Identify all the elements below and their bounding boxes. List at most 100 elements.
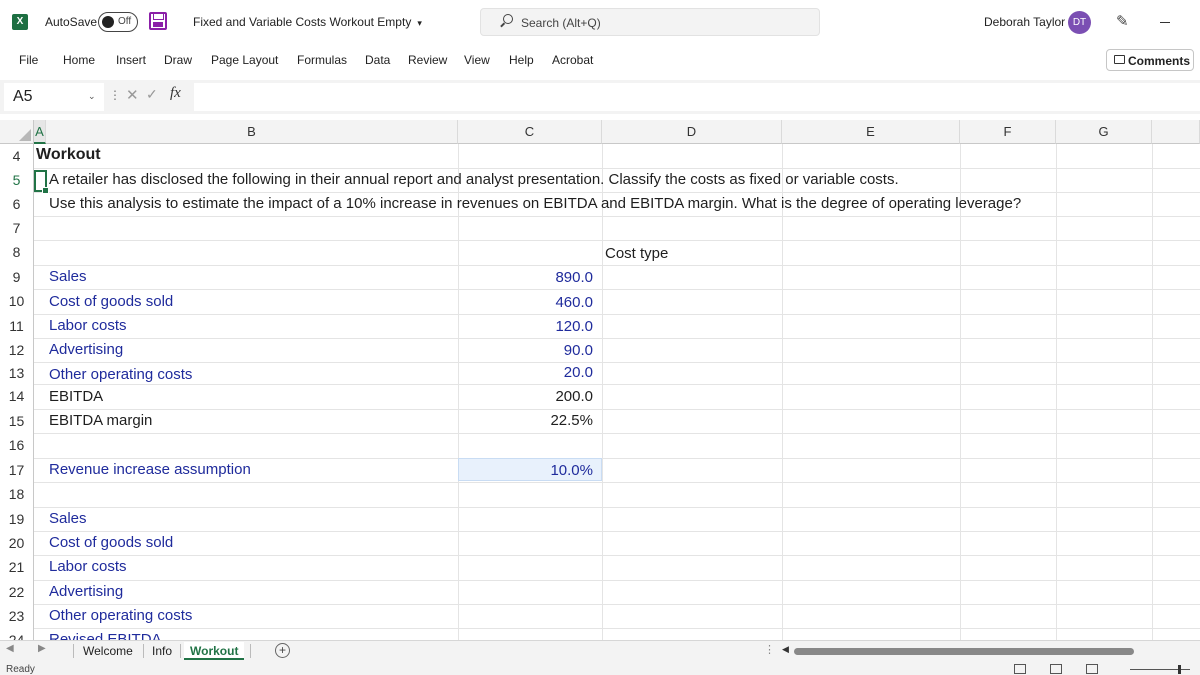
page-break-view-icon[interactable]: [1086, 664, 1098, 674]
cell-c14[interactable]: 200.0: [458, 388, 593, 405]
more-icon[interactable]: ⋮: [764, 643, 775, 656]
more-icon[interactable]: ⋮: [109, 88, 121, 102]
row-header-22[interactable]: 22: [0, 580, 34, 604]
cell-a4[interactable]: Workout: [36, 146, 101, 164]
row-header-19[interactable]: 19: [0, 507, 34, 531]
comments-button[interactable]: Comments: [1106, 49, 1194, 71]
cell-a5[interactable]: A retailer has disclosed the following i…: [49, 171, 899, 188]
formula-input[interactable]: [194, 83, 1200, 111]
cell-b22[interactable]: Advertising: [49, 583, 123, 600]
sheet-tab-workout[interactable]: Workout: [184, 642, 245, 660]
row-header-12[interactable]: 12: [0, 338, 34, 362]
cell-b11[interactable]: Labor costs: [49, 317, 127, 334]
tab-formulas[interactable]: Formulas: [297, 53, 347, 67]
save-icon[interactable]: [149, 12, 167, 30]
avatar[interactable]: DT: [1068, 11, 1091, 34]
tab-help[interactable]: Help: [509, 53, 534, 67]
column-header-b[interactable]: B: [46, 120, 458, 144]
column-header-h[interactable]: [1152, 120, 1200, 144]
horizontal-scrollbar[interactable]: [794, 648, 1134, 655]
tab-acrobat[interactable]: Acrobat: [552, 53, 593, 67]
cell-b20[interactable]: Cost of goods sold: [49, 534, 173, 551]
cell-b15[interactable]: EBITDA margin: [49, 412, 152, 429]
cell-d8[interactable]: Cost type: [605, 245, 668, 262]
spreadsheet-grid[interactable]: A B C D E F G 4 5 6 7 8 9 10 11 12 13 14…: [0, 120, 1200, 640]
row-header-7[interactable]: 7: [0, 216, 34, 240]
tab-view[interactable]: View: [464, 53, 490, 67]
sheet-tab-info[interactable]: Info: [152, 642, 172, 660]
row-header-23[interactable]: 23: [0, 604, 34, 628]
cell-c10[interactable]: 460.0: [458, 294, 593, 311]
sheet-tab-welcome[interactable]: Welcome: [83, 642, 133, 660]
row-header-16[interactable]: 16: [0, 433, 34, 458]
cell-c15[interactable]: 22.5%: [458, 412, 593, 429]
next-sheet-icon[interactable]: ▶: [38, 643, 46, 654]
normal-view-icon[interactable]: [1014, 664, 1026, 674]
zoom-slider[interactable]: [1130, 669, 1190, 670]
user-name[interactable]: Deborah Taylor: [984, 15, 1065, 29]
cell-c12[interactable]: 90.0: [458, 342, 593, 359]
cell-a6[interactable]: Use this analysis to estimate the impact…: [49, 195, 1021, 212]
column-header-g[interactable]: G: [1056, 120, 1152, 144]
row-header-17[interactable]: 17: [0, 458, 34, 482]
column-header-a[interactable]: A: [34, 120, 46, 144]
tab-data[interactable]: Data: [365, 53, 390, 67]
cell-c17[interactable]: 10.0%: [458, 462, 593, 479]
row-header-20[interactable]: 20: [0, 531, 34, 555]
cell-b14[interactable]: EBITDA: [49, 388, 103, 405]
select-all-corner[interactable]: [0, 120, 34, 144]
column-header-d[interactable]: D: [602, 120, 782, 144]
row-header-10[interactable]: 10: [0, 289, 34, 314]
page-layout-view-icon[interactable]: [1050, 664, 1062, 674]
row-header-15[interactable]: 15: [0, 409, 34, 433]
gridline: [34, 384, 1200, 385]
row-header-4[interactable]: 4: [0, 144, 34, 168]
row-header-21[interactable]: 21: [0, 555, 34, 580]
row-header-11[interactable]: 11: [0, 314, 34, 338]
column-header-e[interactable]: E: [782, 120, 960, 144]
row-header-9[interactable]: 9: [0, 265, 34, 289]
row-header-8[interactable]: 8: [0, 240, 34, 265]
cell-b17[interactable]: Revenue increase assumption: [49, 461, 251, 478]
row-header-6[interactable]: 6: [0, 192, 34, 216]
document-title[interactable]: Fixed and Variable Costs Workout Empty ▾: [193, 15, 422, 29]
row-header-13[interactable]: 13: [0, 362, 34, 384]
cell-c9[interactable]: 890.0: [458, 269, 593, 286]
tab-review[interactable]: Review: [408, 53, 447, 67]
active-cell-selection[interactable]: [34, 170, 49, 194]
cell-b9[interactable]: Sales: [49, 268, 87, 285]
row-header-5[interactable]: 5: [0, 168, 34, 192]
cell-c13[interactable]: 20.0: [458, 364, 593, 381]
column-header-f[interactable]: F: [960, 120, 1056, 144]
cell-b13[interactable]: Other operating costs: [49, 366, 192, 383]
chevron-down-icon[interactable]: ⌄: [88, 91, 96, 102]
tab-insert[interactable]: Insert: [116, 53, 146, 67]
autosave-toggle[interactable]: Off: [98, 12, 138, 32]
search-box[interactable]: Search (Alt+Q): [480, 8, 820, 36]
pen-icon[interactable]: ✎: [1116, 12, 1132, 30]
tab-draw[interactable]: Draw: [164, 53, 192, 67]
cell-b10[interactable]: Cost of goods sold: [49, 293, 173, 310]
cell-b24[interactable]: Revised EBITDA: [49, 631, 162, 640]
previous-sheet-icon[interactable]: ◀: [6, 643, 14, 654]
confirm-icon[interactable]: ✓: [146, 86, 158, 103]
tab-page-layout[interactable]: Page Layout: [211, 53, 278, 67]
tab-home[interactable]: Home: [63, 53, 95, 67]
column-header-c[interactable]: C: [458, 120, 602, 144]
row-header-14[interactable]: 14: [0, 384, 34, 409]
name-box[interactable]: A5 ⌄: [4, 83, 104, 111]
insert-function-icon[interactable]: fx: [170, 85, 181, 102]
cell-b12[interactable]: Advertising: [49, 341, 123, 358]
cell-c11[interactable]: 120.0: [458, 318, 593, 335]
zoom-slider-handle[interactable]: [1178, 665, 1181, 674]
cell-b23[interactable]: Other operating costs: [49, 607, 192, 624]
row-header-24[interactable]: 24: [0, 628, 34, 640]
scroll-left-icon[interactable]: ◀: [782, 644, 789, 655]
row-header-18[interactable]: 18: [0, 482, 34, 507]
minimize-icon[interactable]: [1160, 22, 1170, 23]
cell-b21[interactable]: Labor costs: [49, 558, 127, 575]
cell-b19[interactable]: Sales: [49, 510, 87, 527]
tab-file[interactable]: File: [19, 53, 38, 67]
add-sheet-button[interactable]: +: [275, 643, 290, 658]
cancel-icon[interactable]: ✕: [126, 86, 139, 104]
